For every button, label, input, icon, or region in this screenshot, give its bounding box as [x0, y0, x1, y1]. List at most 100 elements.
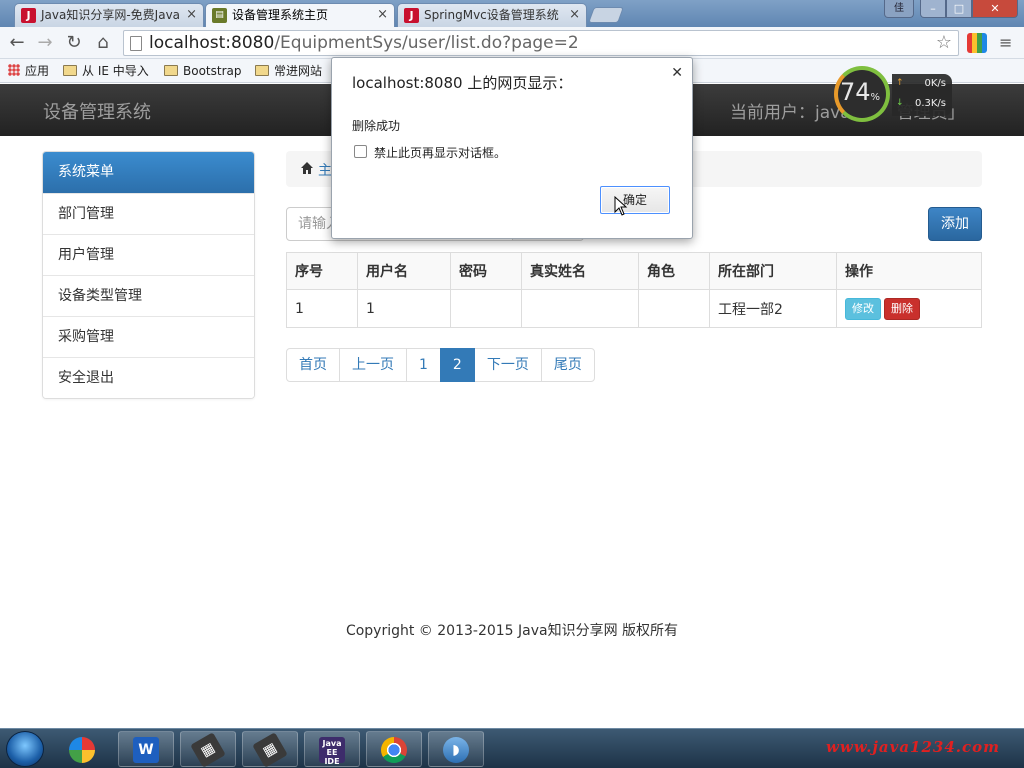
forward-arrow-icon[interactable]: → [33, 31, 57, 55]
alert-dialog: localhost:8080 上的网页显示： ✕ 删除成功 禁止此页再显示对话框… [331, 57, 693, 239]
page-next[interactable]: 下一页 [473, 348, 542, 382]
java-ee-ide-icon: Java EE IDE [319, 737, 345, 766]
reload-icon[interactable]: ↻ [62, 31, 86, 55]
col-username: 用户名 [357, 252, 451, 290]
cell-username: 1 [357, 289, 451, 328]
extension-icon[interactable] [967, 33, 987, 53]
brand-title[interactable]: 设备管理系统 [43, 98, 151, 124]
cell-role [638, 289, 710, 328]
folder-icon [164, 65, 178, 76]
page-first[interactable]: 首页 [286, 348, 340, 382]
back-arrow-icon[interactable]: ← [5, 31, 29, 55]
tab-title: Java知识分享网-免费Java [41, 8, 181, 22]
sidebar-header[interactable]: 系统菜单 [43, 152, 254, 193]
chrome-icon [381, 737, 407, 763]
menu-icon[interactable]: ≡ [999, 33, 1012, 52]
sidebar-item-departments[interactable]: 部门管理 [43, 193, 254, 234]
system-favicon-icon: ▤ [212, 8, 227, 23]
cell-id: 1 [286, 289, 358, 328]
home-icon[interactable]: ⌂ [91, 31, 115, 55]
taskbar-ide-1[interactable]: ▦ [180, 731, 236, 768]
folder-icon [255, 65, 269, 76]
taskbar-pinwheel[interactable] [54, 731, 110, 767]
bookmark-import-ie[interactable]: 从 IE 中导入 [63, 62, 149, 80]
table-header-row: 序号 用户名 密码 真实姓名 角色 所在部门 操作 [286, 252, 982, 290]
new-tab-button[interactable] [588, 7, 624, 23]
upload-arrow-icon: ↑ [896, 78, 904, 88]
sidebar-item-users[interactable]: 用户管理 [43, 234, 254, 275]
tab-equipment-home[interactable]: ▤ 设备管理系统主页 × [205, 3, 395, 27]
suppress-dialogs-label[interactable]: 禁止此页再显示对话框。 [374, 144, 506, 161]
add-button[interactable]: 添加 [928, 207, 982, 241]
delete-button[interactable]: 删除 [884, 297, 920, 320]
close-icon[interactable]: ✕ [671, 65, 683, 81]
sidebar-menu: 系统菜单 部门管理 用户管理 设备类型管理 采购管理 安全退出 [42, 151, 255, 399]
mouse-cursor-icon [614, 196, 628, 216]
page-icon [130, 36, 142, 51]
folder-icon [63, 65, 77, 76]
user-table: 序号 用户名 密码 真实姓名 角色 所在部门 操作 1 1 工程一部2 修改 删除 [286, 252, 982, 328]
tab-title: 设备管理系统主页 [232, 8, 329, 22]
tab-close-icon[interactable]: × [377, 4, 388, 26]
cell-realname [521, 289, 639, 328]
cell-dept: 工程一部2 [709, 289, 837, 328]
address-bar[interactable]: localhost:8080/EquipmentSys/user/list.do… [123, 30, 959, 56]
col-id: 序号 [286, 252, 358, 290]
profile-button[interactable]: 佳 [884, 0, 914, 18]
bookmark-star-icon[interactable]: ☆ [936, 32, 952, 53]
dialog-title: localhost:8080 上的网页显示： [352, 74, 573, 92]
bookmark-apps[interactable]: 应用 [8, 62, 49, 80]
sidebar-item-logout[interactable]: 安全退出 [43, 357, 254, 398]
edit-button[interactable]: 修改 [845, 297, 881, 320]
minimize-button[interactable]: – [920, 0, 946, 18]
pinwheel-icon [69, 737, 95, 763]
page-prev[interactable]: 上一页 [339, 348, 407, 382]
page-1[interactable]: 1 [406, 348, 441, 382]
bookmark-common-sites[interactable]: 常进网站 [255, 62, 322, 80]
apps-grid-icon [8, 64, 20, 76]
sidebar-item-equipment-types[interactable]: 设备类型管理 [43, 275, 254, 316]
page-last[interactable]: 尾页 [540, 348, 595, 382]
taskbar-wps-writer[interactable]: W [118, 731, 174, 767]
dolphin-icon: ◗ [443, 737, 469, 763]
bookmark-bootstrap[interactable]: Bootstrap [164, 62, 241, 80]
col-actions: 操作 [836, 252, 982, 290]
sidebar-item-purchasing[interactable]: 采购管理 [43, 316, 254, 357]
ide-icon: ▦ [190, 732, 226, 768]
close-window-button[interactable]: ✕ [972, 0, 1018, 18]
memory-percent: 74% [840, 78, 881, 106]
taskbar-chrome[interactable] [366, 731, 422, 767]
tab-strip: J Java知识分享网-免费Java × ▤ 设备管理系统主页 × J Spri… [0, 0, 1024, 27]
network-speed-widget: ↑ 0K/s ↓ 0.3K/s 74% [834, 66, 952, 124]
speed-panel: ↑ 0K/s ↓ 0.3K/s [892, 74, 952, 116]
browser-toolbar: ← → ↻ ⌂ localhost:8080/EquipmentSys/user… [0, 27, 1024, 59]
taskbar-ide-2[interactable]: ▦ [242, 731, 298, 768]
ok-button[interactable]: 确定 [600, 186, 670, 214]
download-speed: 0.3K/s [914, 98, 946, 109]
taskbar-dolphin[interactable]: ◗ [428, 731, 484, 767]
suppress-dialogs-checkbox[interactable] [354, 145, 367, 158]
col-realname: 真实姓名 [521, 252, 639, 290]
cell-actions: 修改 删除 [836, 289, 982, 328]
home-icon [301, 162, 313, 174]
col-role: 角色 [638, 252, 710, 290]
breadcrumb-home-link[interactable]: 主 [318, 160, 332, 180]
url-text: localhost:8080/EquipmentSys/user/list.do… [149, 33, 579, 53]
tab-springmvc[interactable]: J SpringMvc设备管理系统 × [397, 3, 587, 27]
tab-close-icon[interactable]: × [569, 4, 580, 26]
footer-copyright: Copyright © 2013-2015 Java知识分享网 版权所有 [345, 623, 679, 639]
maximize-button[interactable]: □ [946, 0, 972, 18]
windows-taskbar: W ▦ ▦ Java EE IDE ◗ www.java1234.com [0, 728, 1024, 768]
site-watermark: www.java1234.com [826, 738, 1001, 756]
tab-close-icon[interactable]: × [186, 4, 197, 26]
tab-title: SpringMvc设备管理系统 [424, 8, 559, 22]
java-favicon-icon: J [21, 8, 36, 23]
start-button[interactable] [6, 731, 44, 767]
col-password: 密码 [450, 252, 522, 290]
ide-icon: ▦ [252, 732, 288, 768]
taskbar-java-ee-ide[interactable]: Java EE IDE [304, 731, 360, 767]
page-2[interactable]: 2 [439, 348, 475, 382]
dialog-message: 删除成功 [352, 119, 401, 133]
tab-java-share[interactable]: J Java知识分享网-免费Java × [14, 3, 204, 27]
wps-writer-icon: W [133, 737, 159, 763]
